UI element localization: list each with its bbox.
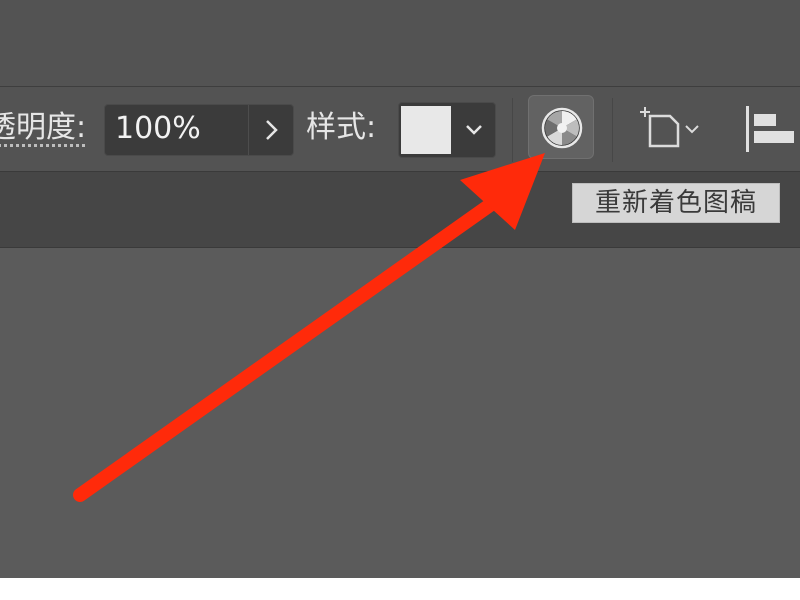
recolor-tooltip: 重新着色图稿 [572, 183, 780, 223]
align-left-button[interactable] [742, 104, 800, 154]
chevron-right-icon [266, 120, 278, 140]
canvas-area[interactable] [0, 248, 800, 578]
style-dropdown-button[interactable] [453, 103, 495, 157]
style-label: 样式: [306, 110, 377, 145]
opacity-value[interactable]: 100% [115, 109, 201, 149]
chevron-down-icon [466, 125, 482, 135]
opacity-label[interactable]: 透明度: [0, 108, 86, 148]
color-wheel-icon [541, 107, 583, 149]
opacity-expand-button[interactable] [248, 105, 293, 155]
shape-transform-button[interactable] [640, 106, 710, 152]
align-left-icon [746, 106, 794, 152]
toolbar-divider [512, 98, 513, 162]
opacity-field[interactable]: 100% [104, 104, 294, 156]
toolbar-divider [612, 98, 613, 162]
recolor-artwork-button[interactable] [528, 95, 594, 159]
shape-transform-icon [640, 107, 699, 148]
app-window: 透明度: 100% 样式: 重新着色图稿 [0, 0, 800, 578]
menu-area [0, 0, 800, 87]
style-swatch[interactable] [401, 106, 451, 154]
style-picker[interactable] [398, 102, 496, 158]
